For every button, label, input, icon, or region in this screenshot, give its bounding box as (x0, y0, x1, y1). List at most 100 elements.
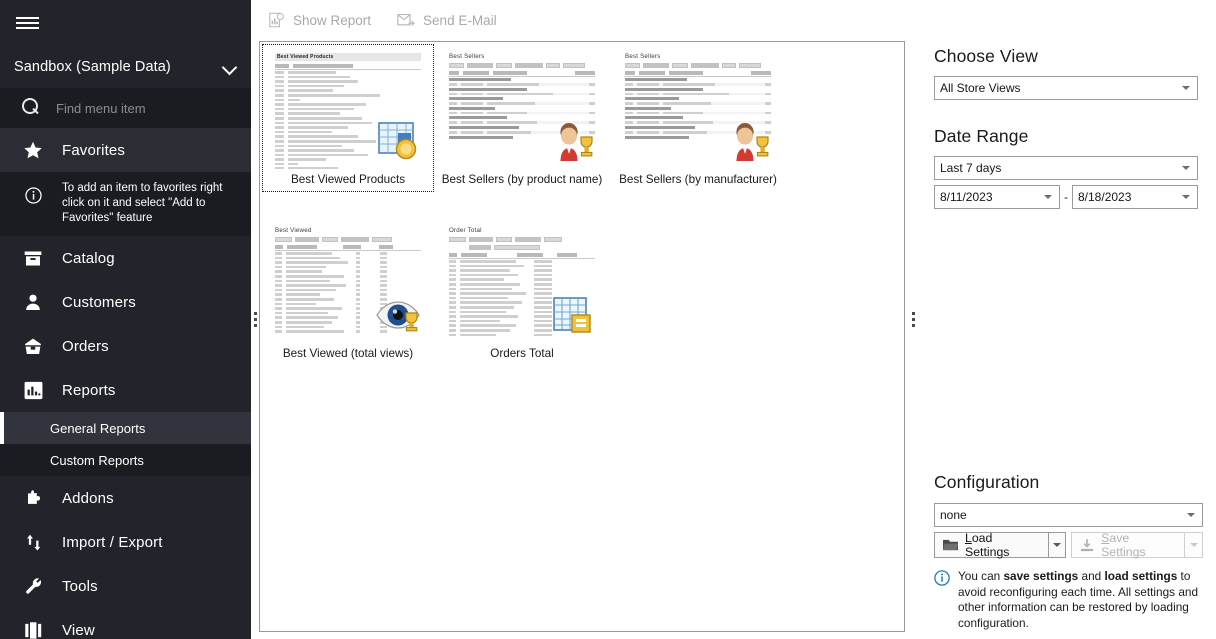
favorites-hint-text: To add an item to favorites right click … (62, 182, 223, 224)
sidebar-item-custom-reports[interactable]: Custom Reports (0, 444, 251, 476)
send-email-button[interactable]: Send E-Mail (393, 9, 501, 32)
report-thumbnail[interactable]: Best Viewed Products Best Viewed Product… (262, 44, 434, 192)
sidebar: Sandbox (Sample Data) Favorites (0, 0, 251, 639)
report-thumbnail-label: Best Sellers (by product name) (441, 173, 603, 186)
sidebar-subitem-label: General Reports (50, 420, 146, 436)
sidebar-item-addons[interactable]: Addons (0, 476, 251, 520)
columns-icon (20, 617, 46, 639)
chevron-down-icon (1187, 513, 1195, 517)
report-thumbnail-label: Best Viewed (total views) (282, 347, 414, 360)
date-to-value: 8/18/2023 (1078, 190, 1132, 204)
sidebar-item-label: Tools (62, 577, 98, 595)
sidebar-item-reports[interactable]: Reports (0, 368, 251, 412)
date-range-title: Date Range (934, 126, 1029, 146)
info-bold-2: load settings (1104, 569, 1178, 583)
report-thumbnail-grid: Best Viewed Products Best Viewed Product… (260, 42, 904, 366)
load-settings-label-rest: oad Settings (965, 531, 1010, 559)
right-panel-splitter[interactable] (905, 0, 921, 639)
store-selector[interactable]: Sandbox (Sample Data) (0, 46, 251, 88)
sidebar-item-label: Catalog (62, 249, 115, 267)
report-thumbnail-image: Best Viewed (268, 221, 428, 343)
save-download-icon (1079, 538, 1095, 553)
choose-view-title: Choose View (934, 46, 1038, 66)
report-thumbnail-image: Best Sellers (442, 47, 602, 169)
sidebar-item-general-reports[interactable]: General Reports (0, 412, 251, 444)
info-circle-icon (20, 182, 46, 208)
configuration-section: Configuration none Load Settings Save Se… (934, 472, 1203, 631)
eye-trophy-icon (376, 293, 422, 337)
bar-chart-icon (20, 377, 46, 403)
reports-list-panel: Best Viewed Products Best Viewed Product… (259, 41, 905, 632)
info-part-2: and (1078, 569, 1105, 583)
report-thumbnail[interactable]: Best Viewed Best Viewed (total views) (262, 218, 434, 366)
thumb-report-title: Best Sellers (625, 53, 661, 60)
sidebar-item-label: Reports (62, 381, 116, 399)
person-icon (20, 289, 46, 315)
chevron-down-icon (223, 60, 237, 74)
hamburger-icon[interactable] (0, 0, 251, 46)
report-thumbnail-label: Best Viewed Products (290, 173, 406, 186)
arrows-up-down-icon (20, 529, 46, 555)
configuration-value: none (940, 508, 967, 522)
chevron-down-icon (1182, 86, 1190, 90)
thumb-report-title: Best Viewed Products (275, 53, 421, 61)
sidebar-item-customers[interactable]: Customers (0, 280, 251, 324)
load-settings-accel: L (965, 531, 972, 545)
folder-open-icon (942, 538, 959, 552)
report-thumbnail[interactable]: Best Sellers (434, 44, 610, 192)
sidebar-item-favorites[interactable]: Favorites (0, 128, 251, 172)
chevron-down-icon (1182, 195, 1190, 199)
save-settings-dropdown[interactable] (1184, 532, 1203, 558)
sidebar-splitter[interactable] (251, 0, 259, 639)
thumb-report-title: Best Sellers (449, 53, 485, 60)
search-input[interactable] (56, 100, 236, 116)
search-icon (20, 97, 42, 119)
date-to-picker[interactable]: 8/18/2023 (1072, 185, 1198, 209)
sidebar-item-import-export[interactable]: Import / Export (0, 520, 251, 564)
thumb-report-title: Best Viewed (275, 227, 312, 234)
splitter-grip (911, 312, 915, 327)
sidebar-item-view[interactable]: View (0, 608, 251, 639)
sidebar-nav: Favorites To add an item to favorites ri… (0, 128, 251, 639)
splitter-grip (253, 312, 257, 327)
sidebar-item-label: Favorites (62, 141, 126, 159)
load-settings-dropdown[interactable] (1047, 532, 1067, 558)
report-thumbnail[interactable]: Best Sellers (610, 44, 786, 192)
date-preset-value: Last 7 days (940, 161, 1002, 175)
info-bold-1: save settings (1003, 569, 1079, 583)
sidebar-item-catalog[interactable]: Catalog (0, 236, 251, 280)
show-report-button[interactable]: Show Report (263, 9, 375, 32)
person-trophy-icon (726, 119, 772, 163)
send-email-label: Send E-Mail (423, 12, 497, 28)
sidebar-item-orders[interactable]: Orders (0, 324, 251, 368)
puzzle-icon (20, 485, 46, 511)
report-chart-icon (267, 12, 286, 29)
save-settings-label: Save Settings (1101, 531, 1174, 559)
save-settings-button[interactable]: Save Settings (1071, 531, 1185, 559)
report-thumbnail[interactable]: Order Total Orders Total (434, 218, 610, 366)
application-window: Sandbox (Sample Data) Favorites (0, 0, 1216, 639)
date-from-value: 8/11/2023 (940, 190, 993, 204)
basket-icon (20, 333, 46, 359)
date-preset-select[interactable]: Last 7 days (934, 156, 1198, 180)
show-report-label: Show Report (293, 12, 372, 28)
sidebar-item-label: Orders (62, 337, 109, 355)
configuration-select[interactable]: none (934, 503, 1203, 527)
sidebar-item-label: View (62, 621, 95, 639)
sidebar-item-tools[interactable]: Tools (0, 564, 251, 608)
date-range-row: 8/11/2023 - 8/18/2023 (934, 185, 1198, 209)
store-view-select[interactable]: All Store Views (934, 76, 1198, 100)
sidebar-subitem-label: Custom Reports (50, 452, 144, 468)
search-row[interactable] (0, 88, 251, 128)
sidebar-item-label: Addons (62, 489, 114, 507)
load-settings-button[interactable]: Load Settings (934, 531, 1048, 559)
sidebar-item-label: Import / Export (62, 533, 163, 551)
store-selector-label: Sandbox (Sample Data) (14, 59, 171, 75)
date-range-separator: - (1064, 190, 1068, 204)
report-thumbnail-image: Order Total (442, 221, 602, 343)
spreadsheet-box-icon (550, 293, 596, 337)
date-from-picker[interactable]: 8/11/2023 (934, 185, 1060, 209)
configuration-buttons: Load Settings Save Settings (934, 531, 1203, 559)
star-icon (20, 137, 46, 163)
load-settings-label: Load Settings (965, 531, 1038, 559)
